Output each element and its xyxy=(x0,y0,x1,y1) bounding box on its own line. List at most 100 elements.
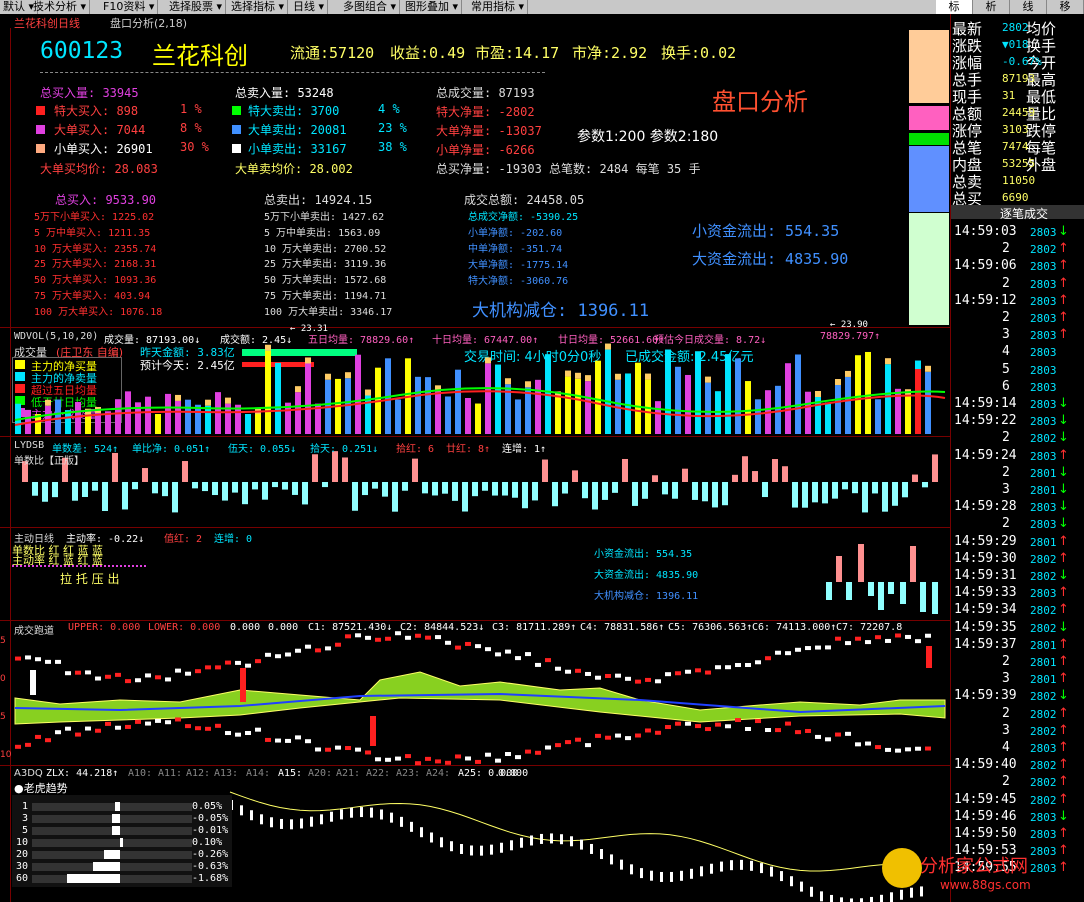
tick-arrow: ↑ xyxy=(1058,826,1069,841)
side-value: 7474 xyxy=(1002,140,1029,153)
vol-cap xyxy=(325,373,331,380)
ind3-bar xyxy=(932,582,938,614)
track-bot xyxy=(535,750,541,755)
track-bot xyxy=(115,725,121,730)
trend-bar xyxy=(860,898,863,902)
vol-bar xyxy=(665,349,671,434)
tick-time: 2 xyxy=(1002,705,1010,721)
tick-time: 14:59:34 xyxy=(954,602,1017,618)
lydsb-bar xyxy=(92,482,98,491)
ind2-val: 拾天: 0.251↓ xyxy=(310,444,379,455)
ind2-val: 单比净: 0.051↑ xyxy=(132,444,211,455)
track-bot xyxy=(265,737,271,742)
track-top xyxy=(865,640,871,645)
trend-bar xyxy=(610,854,613,865)
tick-time: 14:59:14 xyxy=(954,396,1017,411)
lydsb-bar xyxy=(662,482,668,495)
vol-bar xyxy=(565,376,571,434)
vol-cap xyxy=(705,376,711,383)
lydsb-bar xyxy=(72,482,78,501)
tick-time: 14:59:46 xyxy=(954,808,1017,824)
track-bot xyxy=(235,732,241,737)
side-value: 53255 xyxy=(1002,157,1036,170)
trend-bar xyxy=(270,817,273,828)
tick-price: 2803 xyxy=(1030,226,1057,239)
vol-bar xyxy=(455,369,461,434)
track-top xyxy=(115,672,121,677)
ind4-val: 0.000 xyxy=(230,622,261,633)
tick-time: 4 xyxy=(1002,344,1010,360)
ind4-title: 成交跑道 xyxy=(14,626,54,637)
vol-cap xyxy=(485,357,491,364)
vol-bar xyxy=(445,396,451,434)
track-bot xyxy=(745,726,751,731)
ind5-val: A12: xyxy=(186,768,211,779)
lydsb-bar xyxy=(332,451,338,482)
track-top xyxy=(575,668,581,673)
lydsb-bar xyxy=(522,482,528,509)
track-bot xyxy=(585,743,591,748)
vol-bar xyxy=(395,399,401,434)
ind5-val: A11: xyxy=(158,768,183,779)
ind3-bar xyxy=(858,544,864,582)
vol-bar xyxy=(735,358,741,434)
lydsb-bar xyxy=(452,482,458,501)
ind4-val: C6: 74113.000↑ xyxy=(752,622,837,633)
vol-bar xyxy=(175,400,181,434)
ind3-bar xyxy=(910,546,916,582)
trend-bar xyxy=(360,807,363,818)
lydsb-bar xyxy=(202,482,208,492)
trend-bar xyxy=(720,861,723,872)
lydsb-bar xyxy=(412,458,418,482)
tick-price: 2803 xyxy=(1030,449,1057,463)
tick-arrow: ↑ xyxy=(1058,241,1069,257)
tick-price: 2801 xyxy=(1030,656,1057,669)
ind3-big: 大资金流出: 4835.90 xyxy=(594,570,699,581)
ind3-small: 小资金流出: 554.35 xyxy=(594,549,693,560)
track-top xyxy=(475,644,481,649)
track-bot xyxy=(375,757,381,762)
vol-bar xyxy=(905,395,911,434)
track-top xyxy=(295,648,301,653)
tick-time: 2 xyxy=(1002,464,1010,480)
track-bot xyxy=(15,744,21,749)
track-bot xyxy=(355,747,361,752)
trend-bar xyxy=(900,889,903,900)
tick-price: 2803 xyxy=(1030,294,1057,308)
ind3-val: 连增: 0 xyxy=(214,534,253,545)
trend-bar xyxy=(730,860,733,871)
lydsb-bar xyxy=(812,482,818,503)
trend-bar xyxy=(450,841,453,852)
lydsb-bar xyxy=(272,482,278,488)
track-top xyxy=(505,649,511,654)
track-top xyxy=(485,647,491,652)
trend-bar xyxy=(410,821,413,832)
track-bot xyxy=(815,734,821,739)
trend-bar xyxy=(280,818,283,829)
track-bot xyxy=(755,719,761,724)
toolbar-right-3[interactable]: 移 xyxy=(1047,0,1084,14)
vol-bar xyxy=(515,399,521,434)
track-top xyxy=(665,672,671,677)
toolbar-right-2[interactable]: 线 xyxy=(1010,0,1047,14)
tiger-fill xyxy=(112,826,120,835)
track-top xyxy=(75,670,81,675)
track-bot xyxy=(175,717,181,722)
lydsb-bar xyxy=(752,471,758,482)
vol-cap xyxy=(565,370,571,377)
vol-bar xyxy=(115,399,121,434)
lydsb-bar xyxy=(902,482,908,498)
tiger-val: -0.01% xyxy=(192,825,229,836)
lydsb-bar xyxy=(562,482,568,494)
toolbar-right-1[interactable]: 析 xyxy=(973,0,1010,14)
track-bot xyxy=(75,732,81,737)
lydsb-bar xyxy=(642,482,648,499)
track-top xyxy=(45,659,51,664)
lydsb-bar xyxy=(722,482,728,506)
trend-bar xyxy=(840,897,843,902)
track-bot xyxy=(385,757,391,762)
ind4-val: C3: 81711.289↑ xyxy=(492,622,577,633)
track-bot xyxy=(705,727,711,732)
ind2-val: 伍天: 0.055↓ xyxy=(228,444,297,455)
track-bot xyxy=(625,736,631,741)
